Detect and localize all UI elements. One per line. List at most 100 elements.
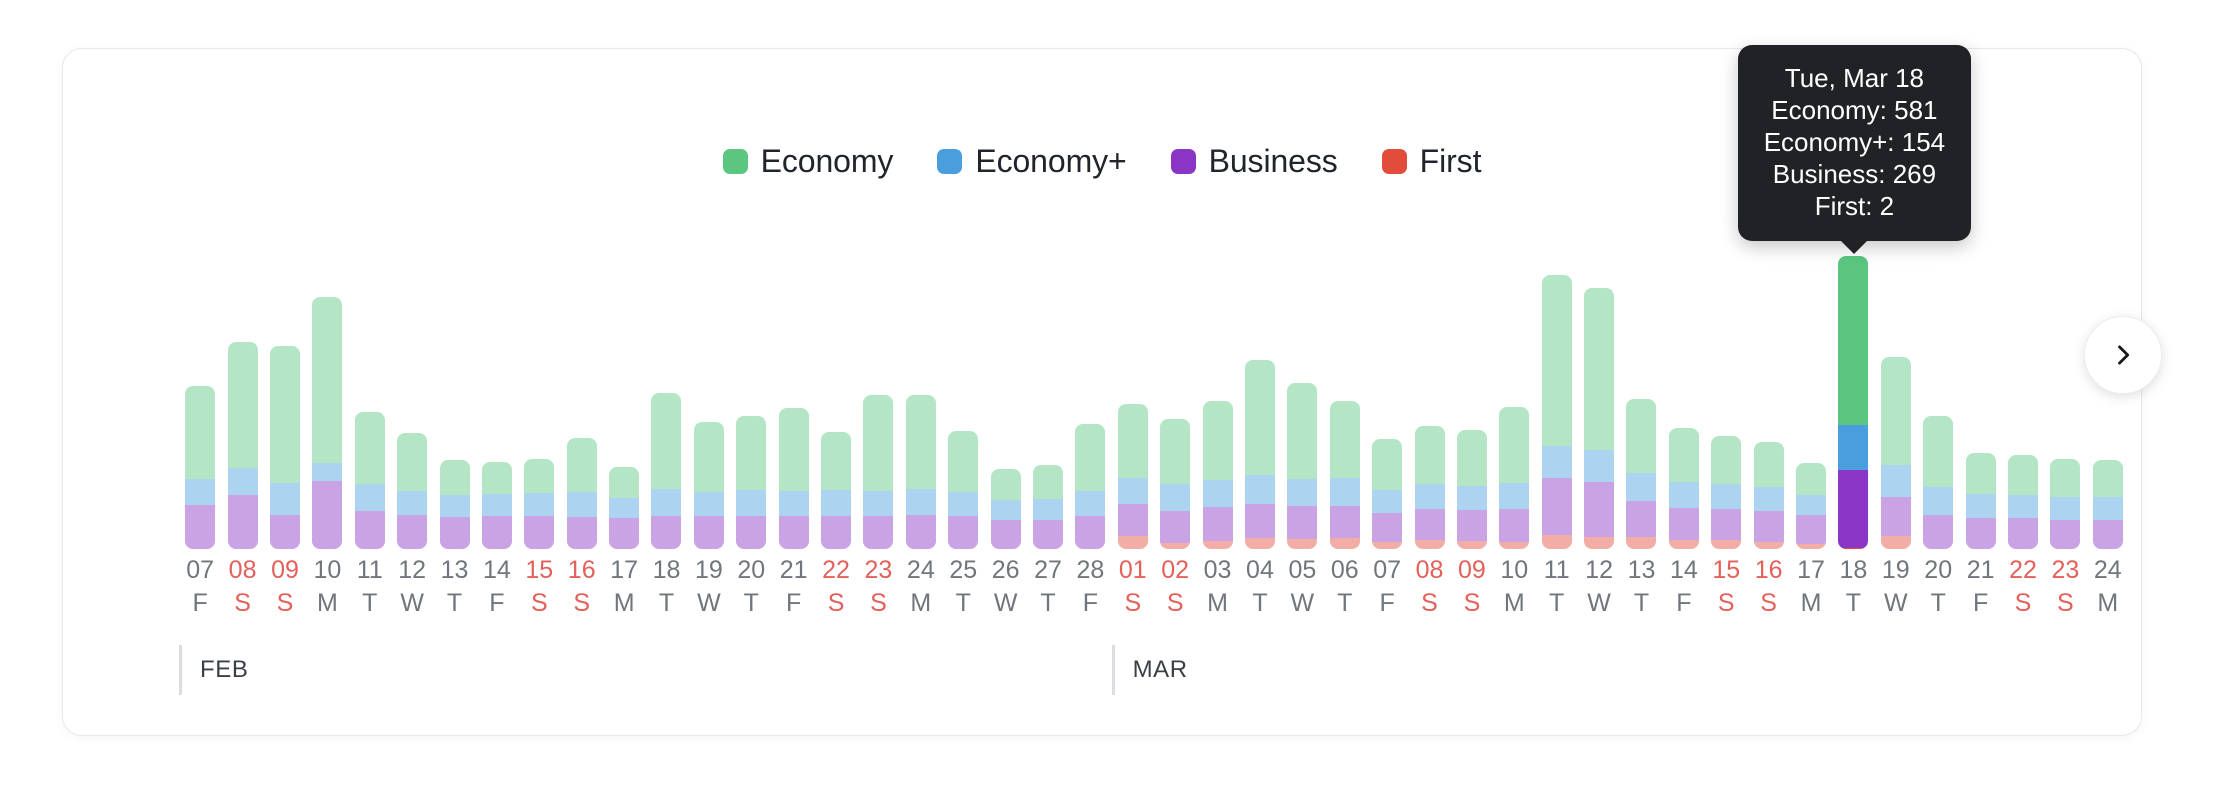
x-axis-tick[interactable]: 21 F	[772, 555, 814, 635]
bar-slot[interactable]	[264, 229, 306, 549]
bar[interactable]	[1244, 359, 1275, 549]
x-axis-tick[interactable]: 16 S	[1747, 555, 1789, 635]
bar-slot[interactable]	[1408, 229, 1450, 549]
bar-slot[interactable]	[1747, 229, 1789, 549]
bar[interactable]	[990, 469, 1021, 549]
bar[interactable]	[1287, 382, 1318, 549]
bar-slot[interactable]	[688, 229, 730, 549]
bar-slot[interactable]	[1663, 229, 1705, 549]
x-axis-tick[interactable]: 11 T	[1536, 555, 1578, 635]
legend-item-business[interactable]: Business	[1170, 145, 1338, 177]
x-axis-tick[interactable]: 08 S	[221, 555, 263, 635]
x-axis-tick[interactable]: 19 W	[688, 555, 730, 635]
bar[interactable]	[1456, 430, 1487, 549]
bar-slot[interactable]	[1917, 229, 1959, 549]
bar[interactable]	[1075, 423, 1106, 549]
bar-slot[interactable]	[1705, 229, 1747, 549]
bar[interactable]	[863, 394, 894, 549]
bar-slot[interactable]	[603, 229, 645, 549]
bar-slot[interactable]	[1451, 229, 1493, 549]
bar[interactable]	[524, 458, 555, 549]
x-axis-tick[interactable]: 12 W	[391, 555, 433, 635]
bar[interactable]	[1372, 439, 1403, 549]
x-axis-tick[interactable]: 07 F	[1366, 555, 1408, 635]
x-axis-tick[interactable]: 17 M	[603, 555, 645, 635]
bar[interactable]	[609, 467, 640, 549]
bar-slot[interactable]	[1959, 229, 2001, 549]
bar[interactable]	[1541, 274, 1572, 549]
x-axis-tick[interactable]: 26 W	[984, 555, 1026, 635]
bar-slot[interactable]	[1196, 229, 1238, 549]
bar[interactable]	[948, 430, 979, 549]
bar-slot[interactable]	[1154, 229, 1196, 549]
bar-slot[interactable]	[984, 229, 1026, 549]
bar-slot[interactable]	[179, 229, 221, 549]
bar-slot[interactable]	[900, 229, 942, 549]
x-axis-tick[interactable]: 07 F	[179, 555, 221, 635]
x-axis-tick[interactable]: 23 S	[2044, 555, 2086, 635]
x-axis-tick[interactable]: 12 W	[1578, 555, 1620, 635]
bar-slot[interactable]	[1620, 229, 1662, 549]
x-axis-tick[interactable]: 13 T	[433, 555, 475, 635]
x-axis-tick[interactable]: 23 S	[857, 555, 899, 635]
bar[interactable]	[1033, 464, 1063, 549]
bar[interactable]	[2092, 460, 2123, 549]
x-axis-tick[interactable]: 25 T	[942, 555, 984, 635]
bar[interactable]	[1880, 357, 1911, 549]
x-axis-tick[interactable]: 04 T	[1239, 555, 1281, 635]
bar[interactable]	[481, 461, 512, 549]
x-axis-tick[interactable]: 10 M	[1493, 555, 1535, 635]
x-axis-tick[interactable]: 09 S	[264, 555, 306, 635]
bar[interactable]	[354, 412, 385, 549]
bar-slot[interactable]	[857, 229, 899, 549]
next-page-button[interactable]	[2084, 316, 2162, 394]
x-axis-tick[interactable]: 21 F	[1959, 555, 2001, 635]
bar[interactable]	[1160, 418, 1191, 549]
bar[interactable]	[2007, 455, 2038, 549]
x-axis-tick[interactable]: 02 S	[1154, 555, 1196, 635]
bar[interactable]	[227, 342, 258, 549]
legend-item-first[interactable]: First	[1381, 145, 1481, 177]
x-axis-tick[interactable]: 22 S	[815, 555, 857, 635]
bar-slot[interactable]	[1536, 229, 1578, 549]
bar-slot[interactable]	[306, 229, 348, 549]
bar-slot[interactable]	[561, 229, 603, 549]
x-axis-tick[interactable]: 14 F	[1663, 555, 1705, 635]
bar-slot[interactable]	[2002, 229, 2044, 549]
bar-slot[interactable]	[476, 229, 518, 549]
x-axis-tick[interactable]: 27 T	[1027, 555, 1069, 635]
bar[interactable]	[1753, 442, 1784, 549]
bar[interactable]	[566, 438, 597, 549]
bar-slot[interactable]	[1239, 229, 1281, 549]
x-axis-tick[interactable]: 24 M	[900, 555, 942, 635]
x-axis-tick[interactable]: 22 S	[2002, 555, 2044, 635]
bar[interactable]	[1923, 415, 1954, 549]
bar-slot[interactable]	[2044, 229, 2086, 549]
bar-slot[interactable]	[1324, 229, 1366, 549]
bar[interactable]	[439, 460, 470, 549]
x-axis-tick[interactable]: 08 S	[1408, 555, 1450, 635]
bar[interactable]	[397, 433, 428, 549]
bar-slot[interactable]	[391, 229, 433, 549]
x-axis-tick[interactable]: 19 W	[1875, 555, 1917, 635]
x-axis-tick[interactable]: 11 T	[349, 555, 391, 635]
bar-slot[interactable]	[1832, 229, 1874, 549]
bar-slot[interactable]	[433, 229, 475, 549]
bar-slot[interactable]	[1493, 229, 1535, 549]
x-axis-tick[interactable]: 10 M	[306, 555, 348, 635]
bar-slot[interactable]	[1027, 229, 1069, 549]
bar[interactable]	[312, 297, 343, 549]
bar[interactable]	[905, 395, 936, 549]
x-axis-tick[interactable]: 13 T	[1620, 555, 1662, 635]
bar[interactable]	[778, 407, 809, 549]
bar[interactable]	[1584, 288, 1615, 549]
bar[interactable]	[269, 345, 300, 549]
x-axis-tick[interactable]: 20 T	[730, 555, 772, 635]
x-axis-tick[interactable]: 18 T	[1832, 555, 1874, 635]
bar[interactable]	[185, 385, 216, 549]
bar-slot[interactable]	[1790, 229, 1832, 549]
x-axis-tick[interactable]: 28 F	[1069, 555, 1111, 635]
bar-slot[interactable]	[730, 229, 772, 549]
bar-slot[interactable]	[349, 229, 391, 549]
x-axis-tick[interactable]: 09 S	[1451, 555, 1493, 635]
